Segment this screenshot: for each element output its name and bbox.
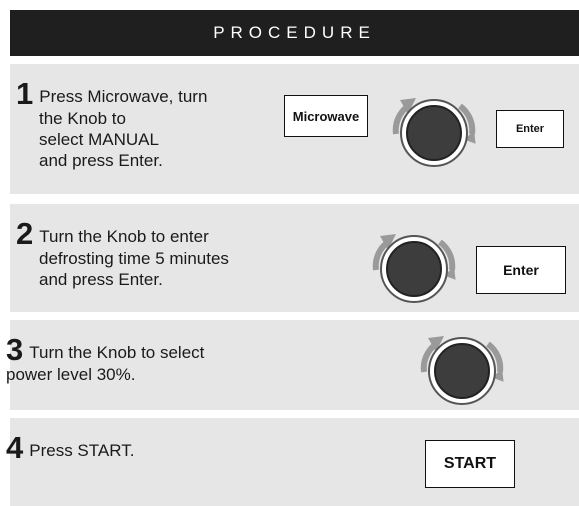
enter-button[interactable]: Enter — [476, 246, 566, 294]
step-3-number: 3 — [6, 332, 24, 367]
step-2-number: 2 — [16, 216, 34, 251]
enter-button-label: Enter — [503, 262, 539, 278]
enter-button[interactable]: Enter — [496, 110, 564, 148]
step-1-line-3: select MANUAL — [39, 130, 159, 149]
microwave-button-label: Microwave — [292, 108, 360, 124]
rotary-knob-icon[interactable] — [354, 212, 474, 308]
step-4: 4 Press START. START — [6, 418, 579, 506]
step-3: 3 Turn the Knob to select power level 30%… — [6, 320, 579, 410]
step-1-line-2: the Knob to — [39, 109, 126, 128]
step-1-number: 1 — [16, 76, 34, 111]
step-4-text: 4 Press START. — [6, 432, 135, 463]
step-3-line-2: power level 30%. — [6, 365, 136, 384]
step-2: 2 Turn the Knob to enter defrosting time … — [10, 204, 579, 312]
start-button[interactable]: START — [425, 440, 515, 488]
step-1-line-4: and press Enter. — [39, 151, 163, 170]
start-button-label: START — [443, 455, 497, 472]
step-4-number: 4 — [6, 430, 24, 465]
rotary-knob-icon[interactable] — [402, 314, 522, 410]
rotary-knob-icon[interactable] — [374, 76, 494, 172]
procedure-title: PROCEDURE — [213, 23, 376, 42]
step-4-line-1: Press START. — [29, 441, 135, 460]
step-2-text: 2 Turn the Knob to enter defrosting time … — [16, 218, 229, 290]
step-1-text: 1 Press Microwave, turn the Knob to selec… — [16, 78, 208, 171]
procedure-header: PROCEDURE — [10, 10, 579, 56]
enter-button-label: Enter — [515, 123, 545, 135]
step-1-line-1: Press Microwave, turn — [39, 87, 208, 106]
step-1: 1 Press Microwave, turn the Knob to selec… — [10, 64, 579, 194]
microwave-button[interactable]: Microwave — [284, 95, 368, 137]
step-3-text: 3 Turn the Knob to select power level 30%… — [6, 334, 205, 385]
step-2-line-3: and press Enter. — [39, 270, 163, 289]
step-3-line-1: Turn the Knob to select — [29, 343, 205, 362]
step-2-line-2: defrosting time 5 minutes — [39, 249, 229, 268]
step-2-line-1: Turn the Knob to enter — [39, 227, 209, 246]
